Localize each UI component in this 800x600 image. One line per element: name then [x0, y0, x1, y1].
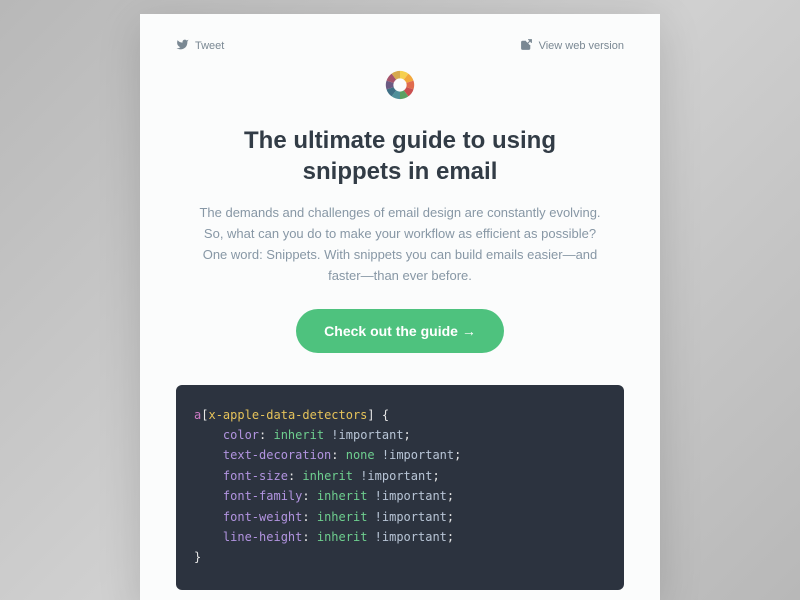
tweet-link[interactable]: Tweet [176, 38, 224, 54]
email-card: Tweet View web version [140, 14, 660, 600]
code-prop: font-family [223, 489, 302, 503]
view-web-label: View web version [539, 40, 624, 52]
code-val: inherit [302, 469, 353, 483]
code-val: inherit [317, 530, 368, 544]
code-prop: text-decoration [223, 448, 331, 462]
cta-button[interactable]: Check out the guide → [296, 309, 504, 353]
code-important: !important [375, 489, 447, 503]
view-web-link[interactable]: View web version [520, 38, 624, 54]
code-prop: font-size [223, 469, 288, 483]
cta-wrap: Check out the guide → [176, 309, 624, 353]
color-wheel-icon [383, 68, 417, 102]
code-important: !important [375, 510, 447, 524]
code-important: !important [331, 428, 403, 442]
external-link-icon [520, 38, 533, 54]
code-selector-attr: x-apple-data-detectors [208, 408, 367, 422]
code-important: !important [360, 469, 432, 483]
code-important: !important [375, 530, 447, 544]
code-prop: font-weight [223, 510, 302, 524]
twitter-icon [176, 38, 189, 54]
code-val: inherit [317, 489, 368, 503]
code-block: a[x-apple-data-detectors] { color: inher… [176, 385, 624, 590]
code-important: !important [382, 448, 454, 462]
page-title: The ultimate guide to using snippets in … [176, 125, 624, 187]
top-links: Tweet View web version [176, 38, 624, 54]
code-prop: color [223, 428, 259, 442]
lede-paragraph: The demands and challenges of email desi… [176, 203, 624, 286]
code-prop: line-height [223, 530, 302, 544]
logo-wrap [176, 68, 624, 107]
tweet-label: Tweet [195, 40, 224, 52]
code-val: none [346, 448, 375, 462]
code-val: inherit [317, 510, 368, 524]
code-val: inherit [273, 428, 324, 442]
